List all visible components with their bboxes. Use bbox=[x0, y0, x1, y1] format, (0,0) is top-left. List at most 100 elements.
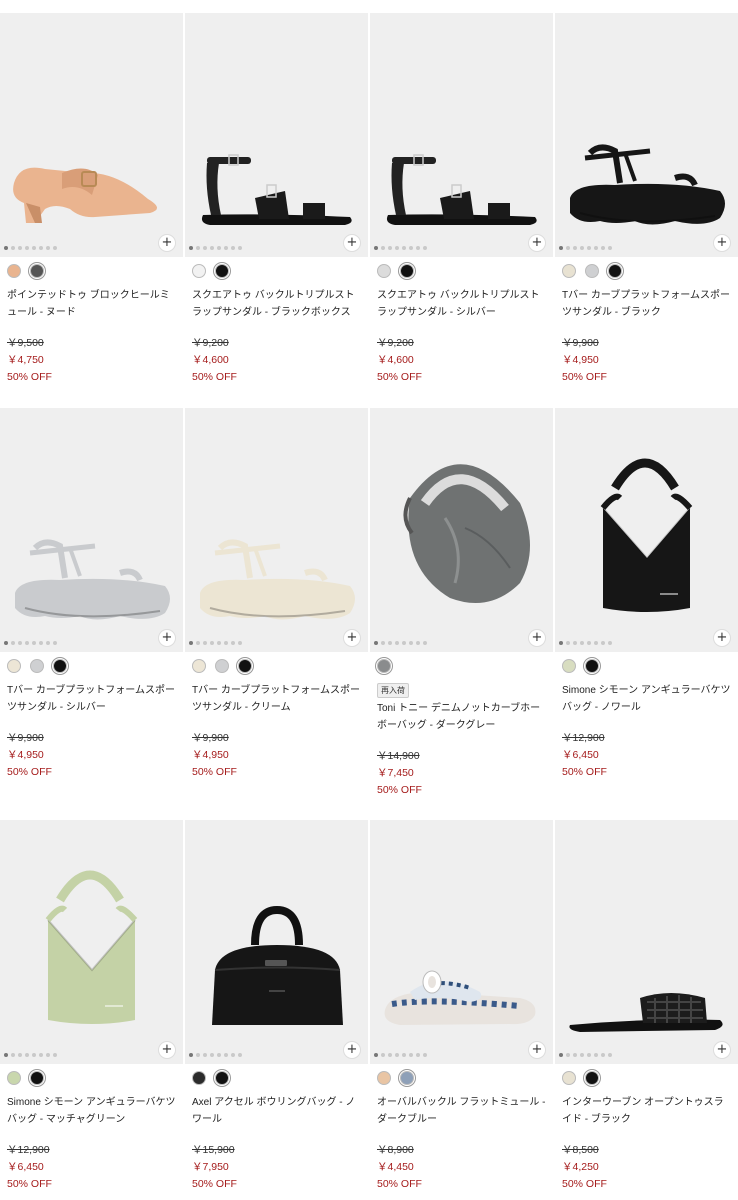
color-swatch[interactable] bbox=[192, 659, 206, 673]
color-swatch[interactable] bbox=[562, 264, 576, 278]
image-carousel-dots[interactable] bbox=[559, 641, 612, 645]
carousel-dot[interactable] bbox=[217, 641, 221, 645]
carousel-dot[interactable] bbox=[402, 641, 406, 645]
carousel-dot[interactable] bbox=[573, 246, 577, 250]
carousel-dot[interactable] bbox=[203, 641, 207, 645]
carousel-dot[interactable] bbox=[566, 1053, 570, 1057]
carousel-dot[interactable] bbox=[231, 641, 235, 645]
carousel-dot[interactable] bbox=[210, 246, 214, 250]
product-image[interactable]: + bbox=[555, 820, 738, 1064]
product-card[interactable]: + Axel アクセル ボウリングバッグ - ノワール ￥15,900 ￥7,9… bbox=[185, 820, 368, 1193]
image-carousel-dots[interactable] bbox=[4, 246, 57, 250]
carousel-dot[interactable] bbox=[423, 641, 427, 645]
product-name[interactable]: Toni トニー デニムノットカーブホーボーバッグ - ダークグレー bbox=[370, 698, 553, 742]
carousel-dot[interactable] bbox=[210, 641, 214, 645]
carousel-dot[interactable] bbox=[388, 1053, 392, 1057]
carousel-dot[interactable] bbox=[395, 1053, 399, 1057]
carousel-dot[interactable] bbox=[416, 641, 420, 645]
add-to-bag-plus-icon[interactable]: + bbox=[158, 234, 176, 252]
product-name[interactable]: オーバルバックル フラットミュール - ダークブルー bbox=[370, 1092, 553, 1136]
product-image[interactable]: + bbox=[555, 13, 738, 257]
carousel-dot[interactable] bbox=[217, 1053, 221, 1057]
carousel-dot[interactable] bbox=[374, 246, 378, 250]
color-swatch[interactable] bbox=[562, 659, 576, 673]
carousel-dot[interactable] bbox=[11, 246, 15, 250]
product-card[interactable]: + Tバー カーブプラットフォームスポーツサンダル - ブラック ￥9,900 … bbox=[555, 13, 738, 386]
color-swatch[interactable] bbox=[238, 659, 252, 673]
carousel-dot[interactable] bbox=[203, 246, 207, 250]
carousel-dot[interactable] bbox=[573, 641, 577, 645]
color-swatch[interactable] bbox=[585, 264, 599, 278]
carousel-dot[interactable] bbox=[580, 246, 584, 250]
carousel-dot[interactable] bbox=[46, 641, 50, 645]
color-swatch[interactable] bbox=[215, 1071, 229, 1085]
image-carousel-dots[interactable] bbox=[559, 246, 612, 250]
product-card[interactable]: + Tバー カーブプラットフォームスポーツサンダル - クリーム ￥9,900 … bbox=[185, 408, 368, 781]
color-swatch[interactable] bbox=[215, 264, 229, 278]
carousel-dot[interactable] bbox=[374, 1053, 378, 1057]
color-swatch[interactable] bbox=[377, 659, 391, 673]
carousel-dot[interactable] bbox=[11, 1053, 15, 1057]
color-swatch[interactable] bbox=[608, 264, 622, 278]
carousel-dot[interactable] bbox=[4, 1053, 8, 1057]
color-swatch[interactable] bbox=[585, 1071, 599, 1085]
carousel-dot[interactable] bbox=[210, 1053, 214, 1057]
product-card[interactable]: + ポインテッドトゥ ブロックヒールミュール - ヌード ￥9,500 ￥4,7… bbox=[0, 13, 183, 386]
add-to-bag-plus-icon[interactable]: + bbox=[158, 1041, 176, 1059]
image-carousel-dots[interactable] bbox=[189, 1053, 242, 1057]
product-image[interactable]: + bbox=[0, 13, 183, 257]
product-name[interactable]: Tバー カーブプラットフォームスポーツサンダル - シルバー bbox=[0, 680, 183, 724]
carousel-dot[interactable] bbox=[601, 246, 605, 250]
product-name[interactable]: Simone シモーン アンギュラーバケツバッグ - マッチャグリーン bbox=[0, 1092, 183, 1136]
carousel-dot[interactable] bbox=[608, 641, 612, 645]
carousel-dot[interactable] bbox=[25, 246, 29, 250]
carousel-dot[interactable] bbox=[4, 246, 8, 250]
carousel-dot[interactable] bbox=[231, 1053, 235, 1057]
carousel-dot[interactable] bbox=[381, 246, 385, 250]
product-image[interactable]: + bbox=[0, 820, 183, 1064]
add-to-bag-plus-icon[interactable]: + bbox=[528, 234, 546, 252]
carousel-dot[interactable] bbox=[46, 1053, 50, 1057]
product-name[interactable]: スクエアトゥ バックルトリプルストラップサンダル - シルバー bbox=[370, 285, 553, 329]
color-swatch[interactable] bbox=[400, 264, 414, 278]
carousel-dot[interactable] bbox=[53, 641, 57, 645]
product-card[interactable]: + オーバルバックル フラットミュール - ダークブルー ￥8,900 ￥4,4… bbox=[370, 820, 553, 1193]
carousel-dot[interactable] bbox=[587, 1053, 591, 1057]
add-to-bag-plus-icon[interactable]: + bbox=[343, 1041, 361, 1059]
carousel-dot[interactable] bbox=[39, 1053, 43, 1057]
carousel-dot[interactable] bbox=[594, 1053, 598, 1057]
product-card[interactable]: + 再入荷 Toni トニー デニムノットカーブホーボーバッグ - ダークグレー … bbox=[370, 408, 553, 799]
carousel-dot[interactable] bbox=[46, 246, 50, 250]
carousel-dot[interactable] bbox=[217, 246, 221, 250]
color-swatch[interactable] bbox=[7, 264, 21, 278]
carousel-dot[interactable] bbox=[601, 641, 605, 645]
carousel-dot[interactable] bbox=[25, 1053, 29, 1057]
carousel-dot[interactable] bbox=[25, 641, 29, 645]
carousel-dot[interactable] bbox=[196, 246, 200, 250]
image-carousel-dots[interactable] bbox=[189, 641, 242, 645]
image-carousel-dots[interactable] bbox=[374, 641, 427, 645]
color-swatch[interactable] bbox=[30, 659, 44, 673]
color-swatch[interactable] bbox=[7, 659, 21, 673]
product-image[interactable]: + bbox=[185, 820, 368, 1064]
product-image[interactable]: + bbox=[555, 408, 738, 652]
product-card[interactable]: + Simone シモーン アンギュラーバケツバッグ - マッチャグリーン ￥1… bbox=[0, 820, 183, 1193]
carousel-dot[interactable] bbox=[18, 641, 22, 645]
carousel-dot[interactable] bbox=[559, 246, 563, 250]
carousel-dot[interactable] bbox=[224, 1053, 228, 1057]
product-name[interactable]: Tバー カーブプラットフォームスポーツサンダル - クリーム bbox=[185, 680, 368, 724]
color-swatch[interactable] bbox=[562, 1071, 576, 1085]
carousel-dot[interactable] bbox=[566, 641, 570, 645]
carousel-dot[interactable] bbox=[189, 641, 193, 645]
add-to-bag-plus-icon[interactable]: + bbox=[528, 629, 546, 647]
product-name[interactable]: Simone シモーン アンギュラーバケツバッグ - ノワール bbox=[555, 680, 738, 724]
carousel-dot[interactable] bbox=[53, 1053, 57, 1057]
product-image[interactable]: + bbox=[185, 13, 368, 257]
carousel-dot[interactable] bbox=[608, 1053, 612, 1057]
color-swatch[interactable] bbox=[30, 264, 44, 278]
carousel-dot[interactable] bbox=[423, 1053, 427, 1057]
carousel-dot[interactable] bbox=[388, 641, 392, 645]
carousel-dot[interactable] bbox=[381, 1053, 385, 1057]
carousel-dot[interactable] bbox=[594, 641, 598, 645]
carousel-dot[interactable] bbox=[409, 641, 413, 645]
